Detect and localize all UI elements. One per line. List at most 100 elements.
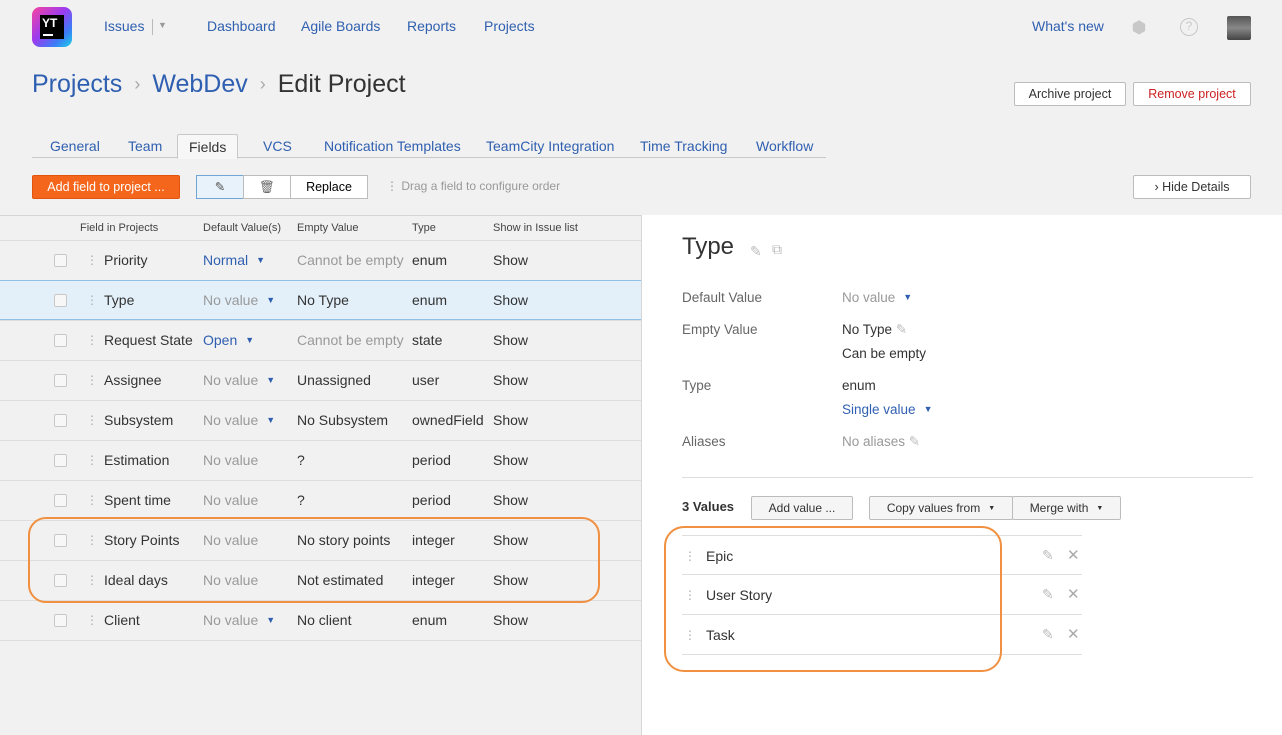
default-value-dropdown[interactable]: No value ▼ [203,292,275,308]
drag-handle-icon[interactable]: ⋮ [684,628,696,642]
drag-handle-icon[interactable]: ⋮ [86,293,98,307]
table-row[interactable]: ⋮ Spent time No value ? period Show [0,480,641,520]
table-row[interactable]: ⋮ Priority Normal ▼ Cannot be empty enum … [0,240,641,280]
table-row[interactable]: ⋮ Story Points No value No story points … [0,520,641,560]
tab-workflow[interactable]: Workflow [745,134,824,158]
value-row[interactable]: ⋮ User Story ✎ ✕ [682,575,1082,615]
row-checkbox[interactable] [54,454,67,467]
nav-reports[interactable]: Reports [407,18,456,34]
show-in-list[interactable]: Show [493,332,528,348]
cardinality-dropdown[interactable]: Single value ▼ [842,402,932,417]
row-checkbox[interactable] [54,254,67,267]
pencil-icon[interactable]: ✎ [896,322,907,337]
tab-notification-templates[interactable]: Notification Templates [313,134,472,158]
column-header-show[interactable]: Show in Issue list [493,222,578,234]
breadcrumb-projects[interactable]: Projects [32,70,122,98]
pencil-icon[interactable]: ✎ [1042,547,1054,564]
archive-project-button[interactable]: Archive project [1014,82,1126,106]
add-value-button[interactable]: Add value ... [751,496,853,520]
edit-button[interactable]: ✎ [196,175,244,199]
hide-details-button[interactable]: › Hide Details [1133,175,1251,199]
default-value-dropdown[interactable]: Open ▼ [203,332,254,348]
show-in-list[interactable]: Show [493,532,528,548]
row-checkbox[interactable] [54,294,67,307]
help-icon[interactable]: ? [1180,18,1198,36]
row-checkbox[interactable] [54,414,67,427]
row-checkbox[interactable] [54,334,67,347]
drag-handle-icon[interactable]: ⋮ [86,453,98,467]
default-value-dropdown[interactable]: Normal ▼ [203,252,265,268]
nav-whats-new[interactable]: What's new [1032,18,1104,34]
tab-team[interactable]: Team [117,134,173,158]
row-checkbox[interactable] [54,614,67,627]
nav-dashboard[interactable]: Dashboard [207,18,276,34]
close-icon[interactable]: ✕ [1067,625,1080,643]
show-in-list[interactable]: Show [493,492,528,508]
tab-fields[interactable]: Fields [177,134,239,159]
drag-handle-icon[interactable]: ⋮ [86,493,98,507]
replace-button[interactable]: Replace [290,175,368,199]
youtrack-logo[interactable]: YT [32,7,72,47]
default-value-dropdown[interactable]: No value ▼ [203,412,275,428]
show-in-list[interactable]: Show [493,372,528,388]
close-icon[interactable]: ✕ [1067,546,1080,564]
table-row[interactable]: ⋮ Ideal days No value Not estimated inte… [0,560,641,600]
breadcrumb-webdev[interactable]: WebDev [152,70,247,98]
table-row[interactable]: ⋮ Assignee No value ▼ Unassigned user Sho… [0,360,641,400]
delete-button[interactable]: 🗑 [243,175,291,199]
pencil-icon[interactable]: ✎ [1042,626,1054,643]
column-header-default[interactable]: Default Value(s) [203,222,281,234]
remove-project-button[interactable]: Remove project [1133,82,1251,106]
close-icon[interactable]: ✕ [1067,585,1080,603]
issues-dropdown-icon[interactable]: ▼ [158,20,167,30]
column-header-field[interactable]: Field in Projects [80,222,158,234]
pencil-icon[interactable]: ✎ [1042,586,1054,603]
show-in-list[interactable]: Show [493,412,528,428]
settings-gear-icon[interactable]: ⬢ [1130,19,1148,37]
copy-icon[interactable]: ⧉ [772,241,782,258]
table-row[interactable]: ⋮ Subsystem No value ▼ No Subsystem owned… [0,400,641,440]
default-value-dropdown[interactable]: No value ▼ [203,372,275,388]
nav-agile-boards[interactable]: Agile Boards [301,18,380,34]
column-header-empty[interactable]: Empty Value [297,222,359,234]
row-checkbox[interactable] [54,534,67,547]
table-row[interactable]: ⋮ Request State Open ▼ Cannot be empty st… [0,320,641,360]
tab-time-tracking[interactable]: Time Tracking [629,134,738,158]
drag-handle-icon[interactable]: ⋮ [684,588,696,602]
table-row-selected[interactable]: ⋮ Type No value ▼ No Type enum Show [0,280,641,320]
row-checkbox[interactable] [54,574,67,587]
table-row[interactable]: ⋮ Estimation No value ? period Show [0,440,641,480]
tab-general[interactable]: General [39,134,111,158]
add-field-button[interactable]: Add field to project ... [32,175,180,199]
pencil-icon[interactable]: ✎ [909,434,920,449]
table-row[interactable]: ⋮ Client No value ▼ No client enum Show [0,600,641,640]
tab-vcs[interactable]: VCS [252,134,303,158]
copy-values-button[interactable]: Copy values from ▼ [869,496,1013,520]
default-value-dropdown[interactable]: No value ▼ [203,612,275,628]
nav-issues[interactable]: Issues [104,18,144,34]
drag-handle-icon[interactable]: ⋮ [86,533,98,547]
tab-teamcity-integration[interactable]: TeamCity Integration [475,134,625,158]
value-row[interactable]: ⋮ Epic ✎ ✕ [682,535,1082,575]
drag-handle-icon[interactable]: ⋮ [86,573,98,587]
drag-handle-icon[interactable]: ⋮ [86,413,98,427]
show-in-list[interactable]: Show [493,252,528,268]
drag-handle-icon[interactable]: ⋮ [86,373,98,387]
drag-handle-icon[interactable]: ⋮ [86,613,98,627]
show-in-list[interactable]: Show [493,292,528,308]
user-avatar[interactable] [1227,16,1251,40]
drag-handle-icon[interactable]: ⋮ [86,333,98,347]
show-in-list[interactable]: Show [493,572,528,588]
row-checkbox[interactable] [54,494,67,507]
nav-projects[interactable]: Projects [484,18,535,34]
merge-with-button[interactable]: Merge with ▼ [1012,496,1121,520]
drag-handle-icon[interactable]: ⋮ [684,549,696,563]
default-value-dropdown[interactable]: No value ▼ [842,290,912,305]
column-header-type[interactable]: Type [412,222,436,234]
show-in-list[interactable]: Show [493,612,528,628]
row-checkbox[interactable] [54,374,67,387]
drag-handle-icon[interactable]: ⋮ [86,253,98,267]
pencil-icon[interactable]: ✎ [750,243,762,260]
value-row[interactable]: ⋮ Task ✎ ✕ [682,615,1082,655]
show-in-list[interactable]: Show [493,452,528,468]
